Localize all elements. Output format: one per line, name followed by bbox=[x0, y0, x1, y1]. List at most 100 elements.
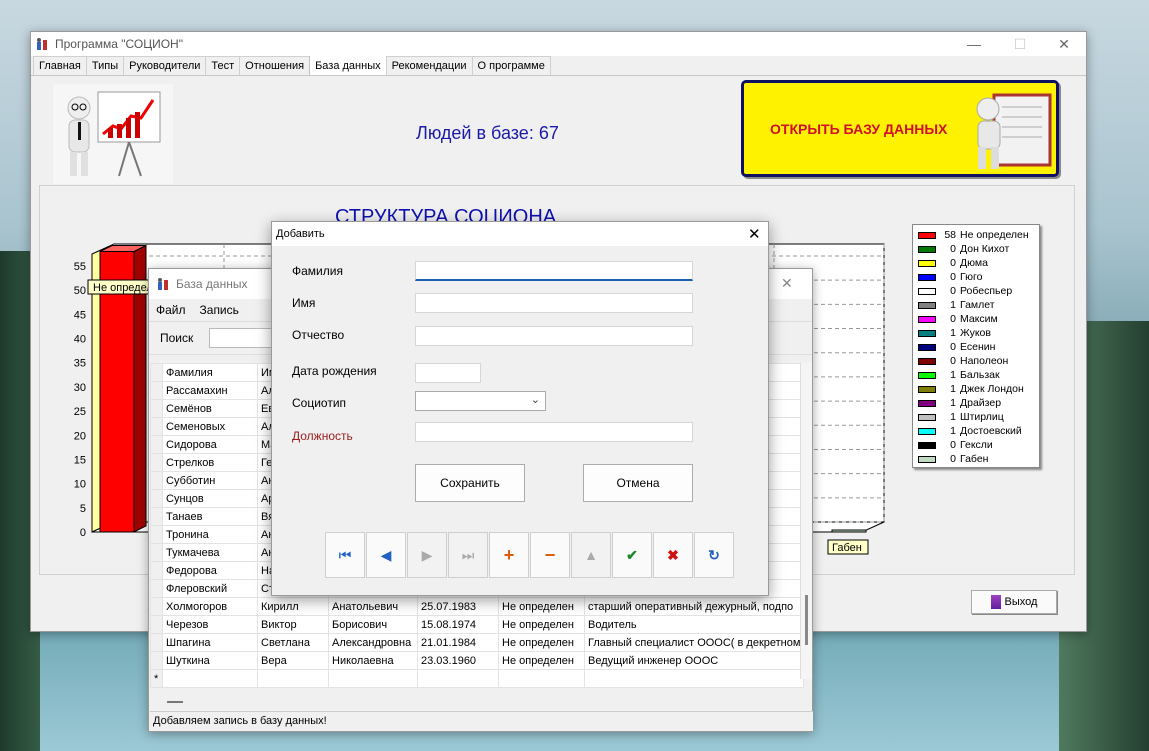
horizontal-scrollbar[interactable] bbox=[167, 701, 183, 703]
sociotype-select[interactable]: ⌄ bbox=[415, 391, 546, 411]
table-cell[interactable]: Флеровский bbox=[162, 579, 258, 598]
table-cell[interactable]: Холмогоров bbox=[162, 597, 258, 616]
row-indicator[interactable] bbox=[150, 381, 163, 400]
table-cell[interactable]: Шуткина bbox=[162, 651, 258, 670]
save-button[interactable]: Сохранить bbox=[415, 464, 525, 502]
row-indicator[interactable] bbox=[150, 435, 163, 454]
table-cell[interactable]: Сидорова bbox=[162, 435, 258, 454]
dialog-close-icon[interactable]: ✕ bbox=[748, 225, 761, 243]
table-cell[interactable]: Тронина bbox=[162, 525, 258, 544]
row-indicator[interactable] bbox=[150, 525, 163, 544]
table-cell[interactable]: 25.07.1983 bbox=[417, 597, 499, 616]
table-row[interactable]: Шпагина Светлана Александровна 21.01.1984 Не… bbox=[150, 633, 805, 652]
db-scrollbar[interactable] bbox=[800, 363, 812, 679]
table-cell[interactable] bbox=[583, 669, 805, 688]
row-indicator[interactable] bbox=[150, 561, 163, 580]
new-record-row[interactable]: * bbox=[150, 669, 805, 688]
surname-field[interactable] bbox=[415, 261, 693, 281]
row-indicator[interactable] bbox=[150, 651, 163, 670]
table-cell[interactable]: Шпагина bbox=[162, 633, 258, 652]
table-cell[interactable]: Вера bbox=[257, 651, 329, 670]
table-cell[interactable]: Семеновых bbox=[162, 417, 258, 436]
row-indicator[interactable] bbox=[150, 417, 163, 436]
table-cell[interactable]: Стрелков bbox=[162, 453, 258, 472]
position-field[interactable] bbox=[415, 422, 693, 442]
tab-glavnaya[interactable]: Главная bbox=[33, 56, 87, 75]
table-cell[interactable]: Кирилл bbox=[257, 597, 329, 616]
table-cell[interactable]: Танаев bbox=[162, 507, 258, 526]
menu-file[interactable]: Файл bbox=[156, 303, 186, 317]
prev-record-button[interactable]: ◀ bbox=[366, 532, 406, 578]
last-record-button[interactable]: ⏭ bbox=[448, 532, 488, 578]
table-row[interactable]: Холмогоров Кирилл Анатольевич 25.07.1983 Не … bbox=[150, 597, 805, 616]
patronymic-field[interactable] bbox=[415, 326, 693, 346]
table-cell[interactable]: Главный специалист ОООС( в декретном bbox=[583, 633, 805, 652]
table-cell[interactable]: Не определен bbox=[498, 597, 585, 616]
table-cell[interactable]: Водитель bbox=[583, 615, 805, 634]
first-record-button[interactable]: ⏮ bbox=[325, 532, 365, 578]
table-cell[interactable]: Виктор bbox=[257, 615, 329, 634]
table-cell[interactable]: Черезов bbox=[162, 615, 258, 634]
open-database-button[interactable]: ОТКРЫТЬ БАЗУ ДАННЫХ bbox=[741, 80, 1059, 177]
table-cell[interactable]: Не определен bbox=[498, 633, 585, 652]
table-cell[interactable] bbox=[498, 669, 585, 688]
delete-record-button[interactable]: − bbox=[530, 532, 570, 578]
table-cell[interactable]: Александровна bbox=[328, 633, 418, 652]
birthdate-field[interactable] bbox=[415, 363, 481, 383]
table-cell[interactable]: Николаевна bbox=[328, 651, 418, 670]
add-record-button[interactable]: + bbox=[489, 532, 529, 578]
table-cell[interactable]: Сунцов bbox=[162, 489, 258, 508]
row-indicator[interactable] bbox=[150, 633, 163, 652]
row-indicator[interactable] bbox=[150, 507, 163, 526]
tab-otnosheniya[interactable]: Отношения bbox=[239, 56, 311, 75]
row-indicator[interactable] bbox=[150, 489, 163, 508]
table-cell[interactable]: Федорова bbox=[162, 561, 258, 580]
table-cell[interactable]: Не определен bbox=[498, 651, 585, 670]
tab-rekomendacii[interactable]: Рекомендации bbox=[385, 56, 473, 75]
row-indicator[interactable] bbox=[150, 615, 163, 634]
row-indicator[interactable] bbox=[150, 597, 163, 616]
tab-tipy[interactable]: Типы bbox=[85, 56, 125, 75]
table-cell[interactable] bbox=[257, 669, 329, 688]
table-cell[interactable]: старший оперативный дежурный, подпо bbox=[583, 597, 805, 616]
db-close-icon[interactable]: ✕ bbox=[781, 275, 793, 292]
table-cell[interactable] bbox=[328, 669, 418, 688]
tab-baza-dannyh[interactable]: База данных bbox=[309, 54, 387, 75]
tab-o-programme[interactable]: О программе bbox=[471, 56, 551, 75]
table-cell[interactable]: Субботин bbox=[162, 471, 258, 490]
name-field[interactable] bbox=[415, 293, 693, 313]
post-record-button[interactable]: ✔ bbox=[612, 532, 652, 578]
edit-record-button[interactable]: ▲ bbox=[571, 532, 611, 578]
tab-test[interactable]: Тест bbox=[205, 56, 241, 75]
table-cell[interactable] bbox=[417, 669, 499, 688]
table-cell[interactable]: Анатольевич bbox=[328, 597, 418, 616]
table-cell[interactable]: Светлана bbox=[257, 633, 329, 652]
col-header-surname[interactable]: Фамилия bbox=[162, 363, 258, 382]
table-cell[interactable]: 23.03.1960 bbox=[417, 651, 499, 670]
row-indicator[interactable] bbox=[150, 471, 163, 490]
maximize-icon[interactable]: ☐ bbox=[997, 32, 1043, 56]
table-cell[interactable]: 15.08.1974 bbox=[417, 615, 499, 634]
row-indicator[interactable] bbox=[150, 399, 163, 418]
table-cell[interactable]: Рассамахин bbox=[162, 381, 258, 400]
menu-record[interactable]: Запись bbox=[200, 303, 239, 317]
table-row[interactable]: Черезов Виктор Борисович 15.08.1974 Не опред… bbox=[150, 615, 805, 634]
next-record-button[interactable]: ▶ bbox=[407, 532, 447, 578]
cancel-edit-button[interactable]: ✖ bbox=[653, 532, 693, 578]
table-cell[interactable]: 21.01.1984 bbox=[417, 633, 499, 652]
row-indicator[interactable] bbox=[150, 579, 163, 598]
minimize-icon[interactable]: — bbox=[951, 32, 997, 56]
table-cell[interactable]: Семёнов bbox=[162, 399, 258, 418]
table-cell[interactable]: Не определен bbox=[498, 615, 585, 634]
tab-rukovoditeli[interactable]: Руководители bbox=[123, 56, 207, 75]
table-cell[interactable] bbox=[162, 669, 258, 688]
table-row[interactable]: Шуткина Вера Николаевна 23.03.1960 Не опреде… bbox=[150, 651, 805, 670]
cancel-button[interactable]: Отмена bbox=[583, 464, 693, 502]
row-indicator[interactable] bbox=[150, 543, 163, 562]
table-cell[interactable]: Ведущий инженер ОООС bbox=[583, 651, 805, 670]
exit-button[interactable]: Выход bbox=[971, 590, 1057, 614]
table-cell[interactable]: Тукмачева bbox=[162, 543, 258, 562]
refresh-button[interactable]: ↻ bbox=[694, 532, 734, 578]
row-indicator[interactable] bbox=[150, 453, 163, 472]
close-icon[interactable]: ✕ bbox=[1041, 32, 1087, 56]
